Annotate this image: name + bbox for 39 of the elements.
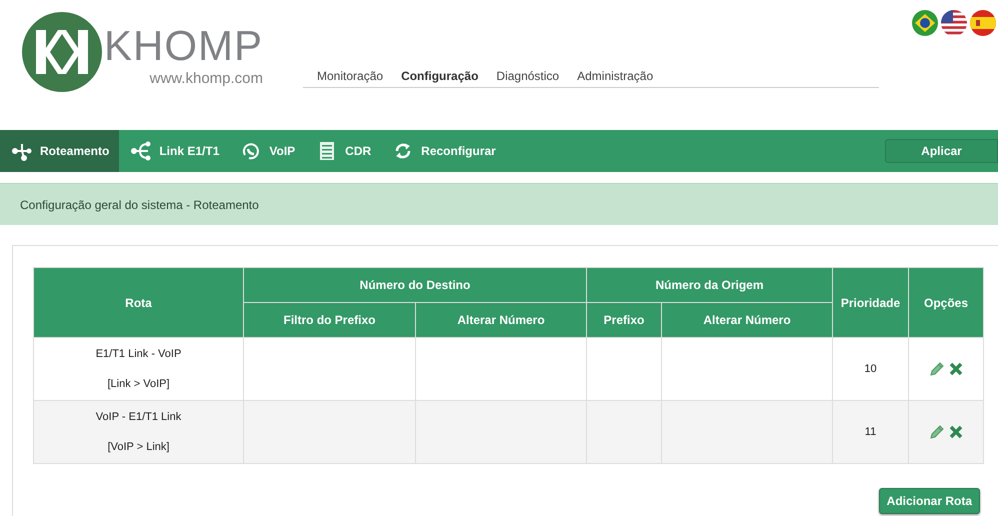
route-name: VoIP - E1/T1 Link: [94, 410, 182, 424]
route-direction: [Link > VoIP]: [106, 377, 171, 391]
column-group-header: Número do Destino: [244, 268, 587, 302]
add-route-button[interactable]: Adicionar Rota: [878, 488, 980, 514]
table-cell: 11: [832, 400, 909, 464]
column-header: Rota: [34, 268, 244, 338]
edit-icon[interactable]: [929, 424, 946, 440]
toolbar-tab[interactable]: Link E1/T1: [119, 130, 230, 172]
column-header: Alterar Número: [662, 302, 833, 338]
route-name: E1/T1 Link - VoIP: [94, 347, 182, 361]
section-title: Configuração geral do sistema - Roteamento: [20, 198, 259, 212]
delete-icon[interactable]: [949, 425, 964, 439]
flag-icon[interactable]: [970, 10, 996, 36]
toolbar-tab[interactable]: CDR: [305, 130, 382, 172]
split-icon: [131, 141, 152, 161]
toolbar-tab[interactable]: Roteamento: [0, 130, 120, 172]
toolbar-tab[interactable]: VoIP: [229, 130, 306, 172]
logo-icon: [22, 12, 102, 92]
edit-icon[interactable]: [929, 361, 946, 377]
column-header: Prioridade: [832, 268, 909, 338]
brand-name: KHOMP: [104, 26, 264, 66]
route-direction: [VoIP > Link]: [106, 440, 170, 454]
nav-link[interactable]: Administração: [577, 69, 654, 83]
column-header: Opções: [908, 268, 984, 338]
column-header: Alterar Número: [416, 302, 587, 338]
flag-icon[interactable]: [912, 10, 938, 36]
column-group-header: Número da Origem: [586, 268, 833, 302]
nav-link[interactable]: Diagnóstico: [496, 69, 560, 83]
nav-link[interactable]: Configuração: [401, 69, 478, 83]
flag-icon[interactable]: [941, 10, 967, 36]
column-header: Filtro do Prefixo: [244, 302, 416, 338]
toolbar-tab[interactable]: Reconfigurar: [381, 130, 506, 172]
apply-button[interactable]: Aplicar: [885, 139, 998, 163]
column-header: Prefixo: [586, 302, 662, 338]
phone-icon: [241, 141, 262, 161]
delete-icon[interactable]: [949, 362, 964, 376]
website-url: www.khomp.com: [150, 70, 264, 88]
branch-icon: [12, 141, 32, 161]
nav-link[interactable]: Monitoração: [317, 69, 384, 83]
